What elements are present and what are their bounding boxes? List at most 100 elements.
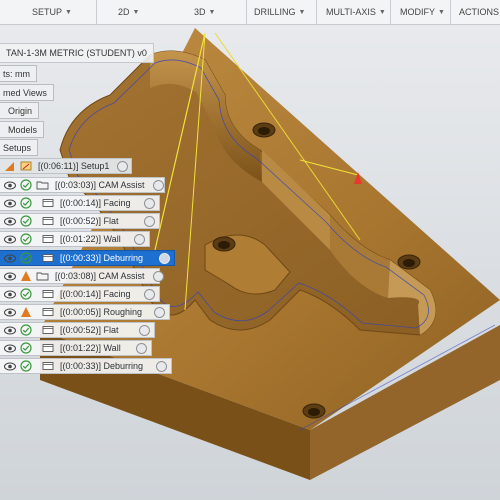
tree-row-toggle[interactable] (144, 288, 155, 300)
tree-row-toggle[interactable] (144, 197, 155, 209)
check-circle-icon (19, 179, 32, 192)
setups-node[interactable]: Setups (0, 139, 39, 156)
tree-row-folder[interactable]: [(0:03:08)] CAM Assist (0, 268, 164, 284)
check-circle-icon (19, 252, 32, 265)
tree-row-operation[interactable]: [(0:01:22)] Wall (0, 231, 150, 247)
chevron-down-icon: ▼ (65, 8, 72, 16)
chevron-down-icon: ▼ (298, 8, 306, 16)
setup-axes-icon (19, 160, 32, 173)
named-views-label: med Views (3, 87, 47, 98)
setup-icon (3, 160, 16, 173)
warning-icon (19, 306, 32, 319)
tree-row-toggle[interactable] (152, 179, 164, 191)
units-label: ts: mm (3, 68, 30, 79)
check-circle-icon (19, 215, 32, 228)
tree-row-toggle[interactable] (156, 360, 167, 372)
tree-row-setup[interactable]: [(0:06:11)] Setup1 (0, 158, 132, 174)
eye-icon[interactable] (3, 215, 16, 228)
mode-3d-label: 3D (194, 7, 206, 17)
setup-menu-label: SETUP (32, 7, 63, 17)
check-circle-icon (19, 197, 32, 210)
operation-icon (41, 252, 54, 265)
manufacture-toolbar: SETUP ▼ 2D ▼ 3D ▼ DRILLING ▼ MULTI-AXIS … (0, 0, 500, 25)
units-node[interactable]: ts: mm (0, 65, 37, 82)
tree-row-label: [(0:01:22)] Wall (60, 343, 121, 353)
eye-icon[interactable] (3, 252, 16, 265)
tree-row-label: [(0:00:14)] Facing (60, 289, 131, 299)
named-views-node[interactable]: med Views (0, 84, 54, 101)
tree-row-label: [(0:00:33)] Deburring (60, 361, 144, 371)
tree-row-toggle[interactable] (144, 215, 155, 227)
check-circle-icon (19, 360, 32, 373)
tree-row-label: [(0:03:03)] CAM Assist (55, 180, 145, 190)
tree-row-toggle[interactable] (117, 160, 129, 172)
tree-row-label: [(0:00:05)] Roughing (60, 307, 143, 317)
operation-icon (41, 306, 54, 319)
operation-icon (41, 342, 54, 355)
actions-menu[interactable]: ACTIONS (455, 3, 500, 21)
tree-row-operation[interactable]: [(0:00:52)] Flat (0, 213, 160, 229)
eye-icon[interactable] (3, 233, 16, 246)
eye-icon[interactable] (3, 179, 16, 192)
eye-icon[interactable] (3, 197, 16, 210)
setup-menu[interactable]: SETUP ▼ (28, 3, 76, 21)
operation-icon (41, 360, 54, 373)
tree-row-operation[interactable]: [(0:00:05)] Roughing (0, 304, 170, 320)
toolbar-divider (390, 0, 391, 24)
tree-row-label: [(0:01:22)] Wall (60, 234, 121, 244)
tree-row-operation[interactable]: [(0:00:14)] Facing (0, 286, 160, 302)
models-node[interactable]: Models (0, 121, 45, 138)
eye-icon[interactable] (3, 288, 16, 301)
toolbar-divider (246, 0, 247, 24)
folder-icon (36, 179, 49, 192)
eye-icon[interactable] (3, 342, 16, 355)
tree-row-label: [(0:00:52)] Flat (60, 216, 119, 226)
tree-row-operation[interactable]: [(0:00:33)] Deburring (0, 250, 175, 266)
tree-row-toggle[interactable] (154, 306, 165, 318)
chevron-down-icon: ▼ (132, 8, 140, 16)
folder-icon (36, 270, 49, 283)
mode-3d-menu[interactable]: 3D ▼ (190, 3, 219, 21)
toolbar-divider (96, 0, 97, 24)
models-label: Models (8, 124, 38, 135)
document-title-text: TAN-1-3M METRIC (STUDENT) v0 (6, 48, 147, 58)
tree-row-label: [(0:03:08)] CAM Assist (55, 271, 145, 281)
tree-row-toggle[interactable] (134, 233, 145, 245)
tree-row-toggle[interactable] (139, 324, 150, 336)
tree-row-operation[interactable]: [(0:00:33)] Deburring (0, 358, 172, 374)
operation-icon (41, 197, 54, 210)
eye-icon[interactable] (3, 306, 16, 319)
eye-icon[interactable] (3, 360, 16, 373)
tree-row-folder[interactable]: [(0:03:03)] CAM Assist (0, 177, 165, 193)
drilling-label: DRILLING (254, 7, 296, 17)
multi-axis-menu[interactable]: MULTI-AXIS ▼ (322, 3, 390, 21)
operation-icon (41, 233, 54, 246)
tree-row-label: [(0:00:33)] Deburring (60, 253, 144, 263)
chevron-down-icon: ▼ (208, 8, 216, 16)
check-circle-icon (19, 342, 32, 355)
tree-row-toggle[interactable] (159, 252, 170, 264)
toolbar-divider (316, 0, 317, 24)
origin-label: Origin (8, 105, 33, 116)
tree-row-label: [(0:00:14)] Facing (60, 198, 131, 208)
eye-icon[interactable] (3, 270, 16, 283)
modify-menu[interactable]: MODIFY ▼ (396, 3, 449, 21)
mode-2d-menu[interactable]: 2D ▼ (114, 3, 143, 21)
modify-label: MODIFY (400, 7, 435, 17)
tree-row-operation[interactable]: [(0:00:52)] Flat (0, 322, 155, 338)
tree-row-toggle[interactable] (152, 270, 164, 282)
drilling-menu[interactable]: DRILLING ▼ (250, 3, 309, 21)
check-circle-icon (19, 324, 32, 337)
tree-row-operation[interactable]: [(0:01:22)] Wall (0, 340, 152, 356)
actions-label: ACTIONS (459, 7, 500, 17)
document-title: TAN-1-3M METRIC (STUDENT) v0 (0, 43, 154, 63)
eye-icon[interactable] (3, 324, 16, 337)
chevron-down-icon: ▼ (378, 8, 386, 16)
tree-row-operation[interactable]: [(0:00:14)] Facing (0, 195, 160, 211)
tree-row-label: [(0:06:11)] Setup1 (38, 161, 110, 171)
setups-label: Setups (3, 142, 32, 153)
tree-row-toggle[interactable] (136, 342, 147, 354)
multi-axis-label: MULTI-AXIS (326, 7, 376, 17)
chevron-down-icon: ▼ (438, 8, 445, 16)
origin-node[interactable]: Origin (0, 102, 40, 119)
